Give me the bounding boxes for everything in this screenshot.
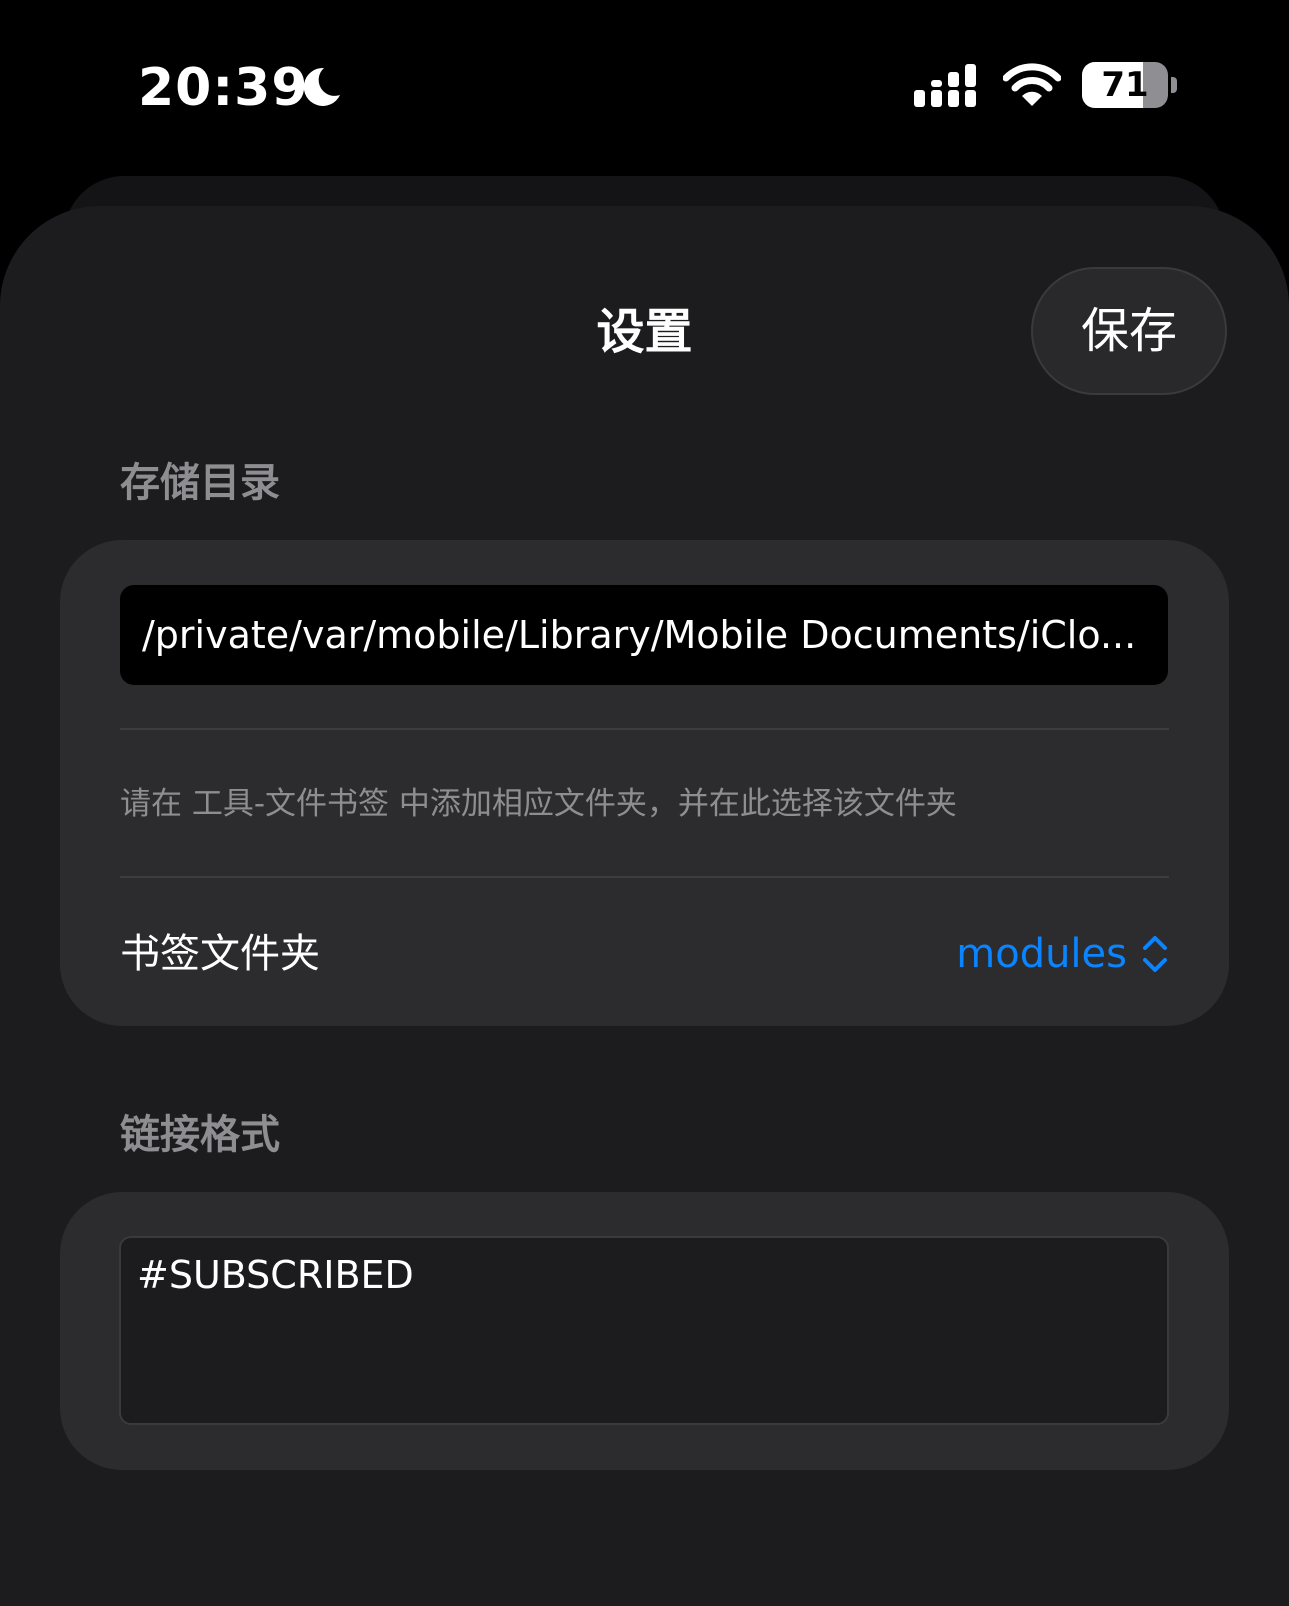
bookmark-folder-picker[interactable]: modules bbox=[956, 924, 1169, 984]
wifi-icon bbox=[1003, 63, 1061, 106]
save-button[interactable]: 保存 bbox=[1031, 267, 1227, 395]
status-time: 20:39 bbox=[138, 58, 309, 118]
status-bar: 20:39 71 bbox=[0, 0, 1289, 170]
storage-path-field[interactable]: /private/var/mobile/Library/Mobile Docum… bbox=[120, 585, 1168, 685]
moon-icon bbox=[303, 67, 340, 106]
link-format-textarea[interactable]: #SUBSCRIBED bbox=[119, 1236, 1169, 1425]
bookmark-folder-label: 书签文件夹 bbox=[120, 931, 320, 977]
cellular-signal-icon bbox=[914, 64, 976, 107]
section-header-storage: 存储目录 bbox=[120, 460, 280, 506]
storage-hint: 请在 工具-文件书签 中添加相应文件夹，并在此选择该文件夹 bbox=[120, 786, 957, 822]
battery-icon: 71 bbox=[1082, 62, 1178, 108]
battery-body: 71 bbox=[1082, 62, 1168, 108]
chevron-updown-icon bbox=[1143, 936, 1167, 972]
divider bbox=[120, 876, 1169, 878]
divider bbox=[120, 728, 1169, 730]
battery-level: 71 bbox=[1101, 65, 1149, 105]
battery-cap bbox=[1171, 77, 1177, 93]
section-header-link-format: 链接格式 bbox=[120, 1112, 280, 1158]
bookmark-folder-value: modules bbox=[956, 931, 1127, 977]
